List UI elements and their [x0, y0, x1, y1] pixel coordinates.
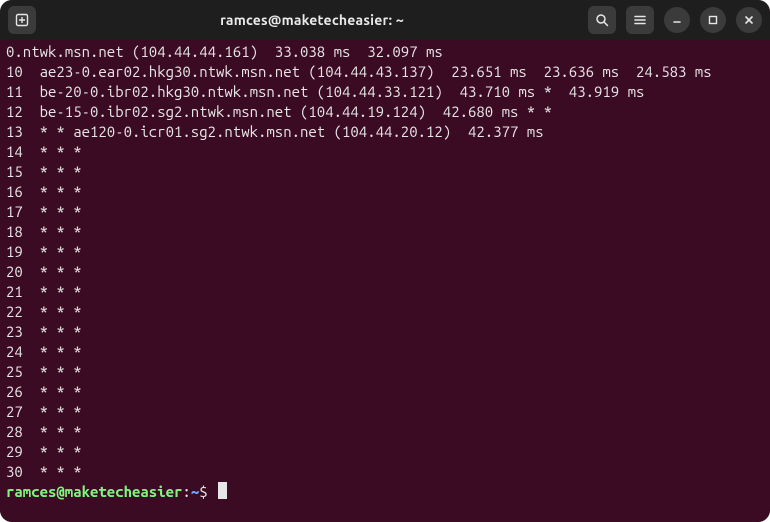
maximize-button[interactable] — [700, 7, 726, 33]
terminal-output-line: 29 * * * — [6, 442, 764, 462]
terminal-output-line: 27 * * * — [6, 402, 764, 422]
terminal-output-line: 26 * * * — [6, 382, 764, 402]
close-icon — [743, 14, 755, 26]
terminal-output-line: 30 * * * — [6, 462, 764, 482]
terminal-output-line: 17 * * * — [6, 202, 764, 222]
terminal-prompt[interactable]: ramces@maketecheasier:~$ — [6, 482, 764, 502]
titlebar: ramces@maketecheasier: ~ — [0, 0, 770, 40]
prompt-path: ~ — [191, 483, 199, 500]
terminal-output-line: 0.ntwk.msn.net (104.44.44.161) 33.038 ms… — [6, 42, 764, 62]
hamburger-icon — [633, 13, 647, 27]
terminal-output-line: 16 * * * — [6, 182, 764, 202]
maximize-icon — [707, 14, 719, 26]
search-icon — [595, 13, 609, 27]
new-tab-button[interactable] — [8, 6, 36, 34]
terminal-output-line: 20 * * * — [6, 262, 764, 282]
terminal-output-line: 25 * * * — [6, 362, 764, 382]
titlebar-left — [8, 6, 36, 34]
terminal-output-line: 21 * * * — [6, 282, 764, 302]
minimize-icon — [671, 14, 683, 26]
terminal-output-line: 24 * * * — [6, 342, 764, 362]
terminal-output-line: 19 * * * — [6, 242, 764, 262]
terminal-output-line: 28 * * * — [6, 422, 764, 442]
prompt-colon: : — [182, 483, 190, 500]
prompt-dollar: $ — [199, 483, 216, 500]
terminal-window: ramces@maketecheasier: ~ — [0, 0, 770, 522]
terminal-output-line: 10 ae23-0.ear02.hkg30.ntwk.msn.net (104.… — [6, 62, 764, 82]
terminal-output-line: 15 * * * — [6, 162, 764, 182]
new-tab-icon — [15, 13, 29, 27]
terminal-output-line: 23 * * * — [6, 322, 764, 342]
terminal-output-line: 18 * * * — [6, 222, 764, 242]
menu-button[interactable] — [626, 6, 654, 34]
terminal-output-line: 12 be-15-0.ibr02.sg2.ntwk.msn.net (104.4… — [6, 102, 764, 122]
prompt-user-host: ramces@maketecheasier — [6, 483, 182, 500]
terminal-output-line: 22 * * * — [6, 302, 764, 322]
terminal-viewport[interactable]: 0.ntwk.msn.net (104.44.44.161) 33.038 ms… — [0, 40, 770, 522]
text-cursor — [218, 482, 227, 499]
titlebar-right — [588, 6, 762, 34]
terminal-output-line: 14 * * * — [6, 142, 764, 162]
search-button[interactable] — [588, 6, 616, 34]
window-title: ramces@maketecheasier: ~ — [44, 12, 580, 28]
terminal-output-line: 11 be-20-0.ibr02.hkg30.ntwk.msn.net (104… — [6, 82, 764, 102]
minimize-button[interactable] — [664, 7, 690, 33]
close-button[interactable] — [736, 7, 762, 33]
terminal-output-line: 13 * * ae120-0.icr01.sg2.ntwk.msn.net (1… — [6, 122, 764, 142]
